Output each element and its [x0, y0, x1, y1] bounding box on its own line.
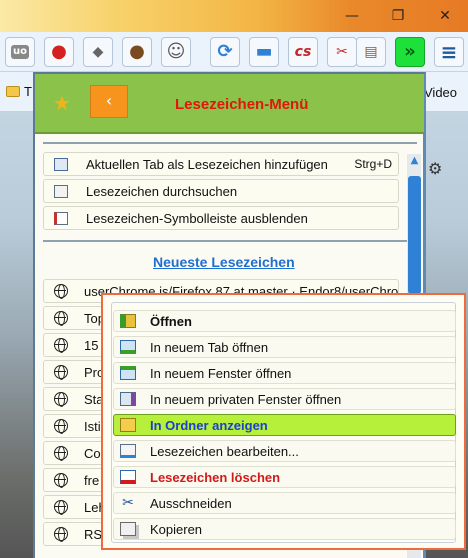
globe-icon [54, 500, 68, 515]
folder-button[interactable]: ▬ [249, 37, 279, 67]
open-folder-icon [120, 314, 136, 328]
open-new-tab-label: In neuem Tab öffnen [150, 340, 269, 355]
gear-icon[interactable]: ⚙ [428, 159, 442, 178]
app-menu-button[interactable]: ≡ [434, 37, 464, 67]
folder-arrow-icon [120, 418, 136, 432]
ublock-button[interactable]: uo [5, 37, 35, 67]
new-window-icon [120, 366, 136, 380]
addon-red-icon: ● [51, 41, 67, 62]
back-button[interactable]: ‹ [90, 85, 128, 118]
edit-icon [120, 444, 136, 458]
tools-icon: ✂ [336, 44, 348, 60]
double-chevron-icon: » [404, 41, 416, 62]
globe-icon [54, 311, 68, 326]
scissors-icon: ✂ [122, 495, 134, 511]
addon-cs-button[interactable]: cs [288, 37, 318, 67]
printer-icon: ▤ [364, 44, 378, 60]
shortcut-label: Strg+D [354, 157, 392, 171]
globe-icon [54, 527, 68, 542]
open-new-tab-item[interactable]: In neuem Tab öffnen [113, 336, 456, 358]
delete-bookmark-item[interactable]: Lesezeichen löschen [113, 466, 456, 488]
folder-icon [6, 86, 20, 97]
toolbar-icon [54, 212, 68, 225]
bookmark-add-icon [54, 158, 68, 171]
monkey-button[interactable]: ☺ [161, 37, 191, 67]
search-bookmarks-item[interactable]: Lesezeichen durchsuchen [43, 179, 399, 203]
separator [43, 142, 417, 144]
search-bookmarks-label: Lesezeichen durchsuchen [86, 184, 238, 199]
title-bar: — ❐ ✕ [0, 0, 468, 32]
addon-gray-icon: ◆ [92, 44, 104, 60]
menu-header: ★ ‹ Lesezeichen-Menü [35, 74, 424, 134]
addon-red-button[interactable]: ● [44, 37, 74, 67]
toolbar: uo ● ◆ ● ☺ ⟳ ▬ cs ✂ ▤ » ≡ [0, 32, 468, 72]
copy-item[interactable]: Kopieren [113, 518, 456, 540]
hide-toolbar-label: Lesezeichen-Symbolleiste ausblenden [86, 211, 308, 226]
globe-icon [54, 392, 68, 407]
new-tab-icon [120, 340, 136, 354]
cookie-icon: ● [129, 41, 145, 62]
open-new-window-item[interactable]: In neuem Fenster öffnen [113, 362, 456, 384]
add-bookmark-label: Aktuellen Tab als Lesezeichen hinzufügen [86, 157, 328, 172]
open-private-window-label: In neuem privaten Fenster öffnen [150, 392, 342, 407]
minimize-button[interactable]: — [344, 8, 360, 24]
open-label: Öffnen [150, 314, 192, 329]
sync-icon: ⟳ [217, 41, 233, 62]
newest-bookmarks-link[interactable]: Neueste Lesezeichen [153, 254, 295, 270]
bookmark-label: Isti [84, 419, 101, 434]
menu-title: Lesezeichen-Menü [175, 96, 309, 113]
restore-button[interactable]: ❐ [390, 8, 406, 24]
globe-icon [54, 473, 68, 488]
tools-button[interactable]: ✂ [327, 37, 357, 67]
ublock-icon: uo [11, 45, 29, 59]
show-in-folder-label: In Ordner anzeigen [150, 418, 268, 433]
bookmark-label: Co [84, 446, 101, 461]
bookmark-label: fre [84, 473, 100, 488]
folder-icon: ▬ [255, 41, 273, 62]
edit-bookmark-item[interactable]: Lesezeichen bearbeiten... [113, 440, 456, 462]
copy-icon [120, 522, 136, 536]
separator [43, 240, 417, 242]
addon-cs-icon: cs [294, 44, 312, 60]
globe-icon [54, 284, 68, 299]
cut-label: Ausschneiden [150, 496, 232, 511]
add-bookmark-item[interactable]: Aktuellen Tab als Lesezeichen hinzufügen… [43, 152, 399, 176]
globe-icon [54, 338, 68, 353]
hamburger-icon: ≡ [440, 40, 458, 64]
show-in-folder-item[interactable]: In Ordner anzeigen [113, 414, 456, 436]
scrollbar-thumb[interactable] [408, 176, 421, 294]
open-private-window-item[interactable]: In neuem privaten Fenster öffnen [113, 388, 456, 410]
bookmark-label: 15 [84, 338, 99, 353]
overflow-button[interactable]: » [395, 37, 425, 67]
cookie-button[interactable]: ● [122, 37, 152, 67]
printer-button[interactable]: ▤ [356, 37, 386, 67]
copy-label: Kopieren [150, 522, 203, 537]
cut-item[interactable]: ✂ Ausschneiden [113, 492, 456, 514]
open-item[interactable]: Öffnen [113, 310, 456, 332]
star-icon[interactable]: ★ [53, 91, 71, 115]
bookmark-folder-label[interactable]: T [24, 84, 32, 99]
private-window-icon [120, 392, 136, 406]
hide-toolbar-item[interactable]: Lesezeichen-Symbolleiste ausblenden [43, 206, 399, 230]
context-menu: Öffnen In neuem Tab öffnen In neuem Fens… [101, 293, 466, 550]
sync-button[interactable]: ⟳ [210, 37, 240, 67]
chevron-left-icon: ‹ [105, 91, 113, 110]
delete-icon [120, 470, 136, 484]
globe-icon [54, 446, 68, 461]
search-icon [54, 185, 68, 198]
scroll-up-icon[interactable]: ▲ [408, 154, 421, 168]
addon-gray-button[interactable]: ◆ [83, 37, 113, 67]
bookmark-video[interactable]: Video [424, 85, 457, 100]
monkey-icon: ☺ [166, 41, 186, 62]
open-new-window-label: In neuem Fenster öffnen [150, 366, 292, 381]
edit-bookmark-label: Lesezeichen bearbeiten... [150, 444, 299, 459]
close-button[interactable]: ✕ [437, 8, 453, 24]
delete-bookmark-label: Lesezeichen löschen [150, 470, 281, 485]
globe-icon [54, 365, 68, 380]
globe-icon [54, 419, 68, 434]
